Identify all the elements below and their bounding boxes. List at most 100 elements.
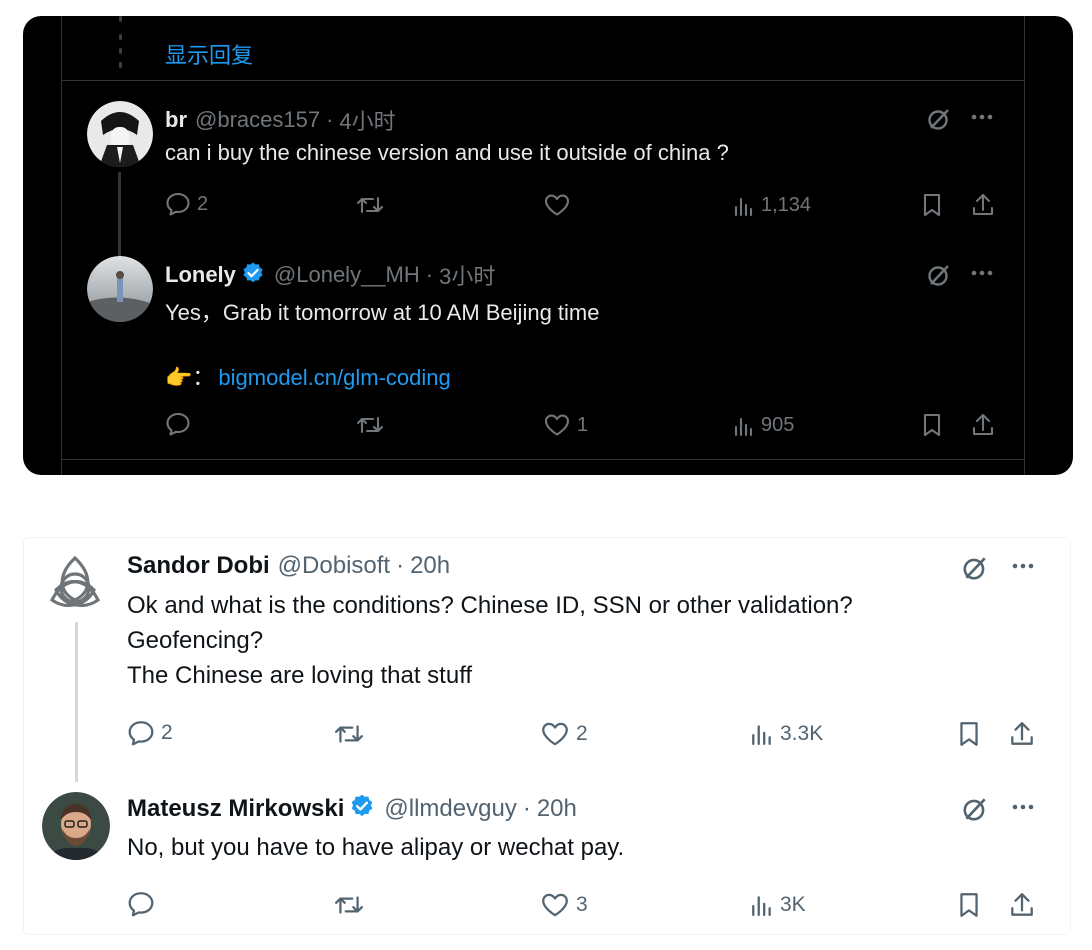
like-button[interactable]: 2 bbox=[540, 721, 588, 747]
more-options-icon[interactable] bbox=[1011, 804, 1035, 810]
share-icon bbox=[972, 193, 994, 216]
reply-button[interactable]: 2 bbox=[127, 720, 173, 746]
bookmark-button[interactable] bbox=[921, 412, 943, 438]
tweet-text-line: The Chinese are loving that stuff bbox=[127, 662, 473, 689]
views-button[interactable]: 3K bbox=[750, 893, 806, 917]
reply-icon bbox=[128, 892, 154, 917]
author-name[interactable]: Lonely bbox=[165, 262, 236, 288]
views-icon bbox=[752, 896, 771, 916]
bookmark-icon bbox=[923, 193, 941, 217]
views-button[interactable]: 3.3K bbox=[750, 722, 823, 746]
retweet-icon bbox=[335, 896, 363, 914]
more-options-icon[interactable] bbox=[971, 270, 993, 276]
retweet-button[interactable] bbox=[334, 722, 364, 746]
grok-icon[interactable] bbox=[961, 795, 989, 823]
share-button[interactable] bbox=[1008, 720, 1036, 748]
collapsed-thread-dots bbox=[119, 16, 122, 82]
thread-connector bbox=[118, 172, 121, 263]
heart-icon bbox=[544, 414, 570, 436]
reply-button[interactable] bbox=[165, 412, 191, 436]
like-count: 1 bbox=[577, 413, 589, 436]
share-button[interactable] bbox=[1008, 891, 1036, 919]
reply-button[interactable] bbox=[127, 891, 155, 917]
views-icon bbox=[734, 417, 753, 436]
separator-dot: · bbox=[326, 107, 334, 132]
heart-icon bbox=[542, 722, 568, 746]
author-name[interactable]: br bbox=[165, 107, 187, 133]
bookmark-button[interactable] bbox=[957, 720, 981, 748]
share-icon bbox=[1011, 722, 1033, 745]
author-name[interactable]: Sandor Dobi bbox=[127, 552, 270, 580]
avatar[interactable] bbox=[42, 550, 108, 616]
avatar[interactable] bbox=[42, 792, 110, 860]
dark-thread-frame bbox=[61, 16, 1025, 475]
like-count: 2 bbox=[576, 722, 588, 745]
tweet-header: Lonely @Lonely__MH · 3小时 bbox=[165, 259, 495, 291]
retweet-button[interactable] bbox=[356, 414, 384, 436]
tweet-link-line: 👉： bigmodel.cn/glm-coding bbox=[165, 360, 451, 392]
author-handle[interactable]: @llmdevguy bbox=[384, 795, 516, 823]
views-icon bbox=[734, 197, 753, 216]
tweet-time[interactable]: 3小时 bbox=[439, 259, 495, 291]
views-button[interactable]: 1,134 bbox=[733, 194, 811, 217]
view-count: 905 bbox=[761, 414, 795, 436]
like-button[interactable]: 1 bbox=[543, 413, 588, 437]
share-button[interactable] bbox=[970, 412, 996, 438]
reply-button[interactable]: 2 bbox=[165, 192, 208, 216]
pointing-hand-emoji: 👉： bbox=[165, 365, 215, 390]
separator-dot: · bbox=[425, 262, 434, 287]
separator-dot: · bbox=[522, 794, 531, 822]
tweet-text: No, but you have to have alipay or wecha… bbox=[127, 834, 625, 861]
more-options-icon[interactable] bbox=[1011, 563, 1035, 569]
divider bbox=[61, 80, 1025, 81]
bookmark-button[interactable] bbox=[957, 891, 981, 919]
bigmodel-link[interactable]: bigmodel.cn/glm-coding bbox=[218, 365, 450, 390]
tweet-header: br @braces157 · 4小时 bbox=[165, 104, 396, 136]
like-button[interactable] bbox=[543, 193, 571, 217]
reply-count: 2 bbox=[197, 192, 209, 215]
grok-icon[interactable] bbox=[961, 554, 989, 582]
views-icon bbox=[752, 725, 771, 745]
show-replies-link[interactable]: 显示回复 bbox=[165, 38, 253, 70]
author-handle[interactable]: @Dobisoft bbox=[278, 552, 390, 580]
author-name[interactable]: Mateusz Mirkowski bbox=[127, 795, 344, 823]
view-count: 1,134 bbox=[761, 194, 812, 216]
reply-icon bbox=[128, 721, 154, 746]
verified-badge-icon bbox=[241, 261, 265, 290]
author-handle[interactable]: @braces157 bbox=[195, 107, 320, 133]
tweet-time[interactable]: 4小时 bbox=[339, 104, 395, 136]
share-icon bbox=[972, 413, 994, 436]
tweet-time[interactable]: 20h bbox=[410, 552, 450, 580]
grok-icon[interactable] bbox=[926, 106, 952, 132]
share-button[interactable] bbox=[970, 192, 996, 218]
bookmark-icon bbox=[960, 722, 978, 746]
author-handle[interactable]: @Lonely__MH bbox=[274, 262, 420, 288]
bookmark-icon bbox=[923, 413, 941, 437]
tweet-text: Yes，Grab it tomorrow at 10 AM Beijing ti… bbox=[165, 300, 600, 325]
view-count: 3K bbox=[780, 893, 806, 916]
retweet-icon bbox=[335, 725, 363, 743]
tweet-text-line: Geofencing? bbox=[127, 627, 264, 654]
divider bbox=[61, 459, 1025, 460]
like-button[interactable]: 3 bbox=[540, 892, 588, 918]
dark-thread-panel: 显示回复 br @braces157 · 4小时 can i buy the c… bbox=[23, 16, 1073, 475]
grok-icon[interactable] bbox=[926, 262, 952, 288]
light-thread-panel: Sandor Dobi @Dobisoft · 20h Ok and what … bbox=[23, 537, 1071, 935]
verified-badge-icon bbox=[349, 793, 375, 824]
tweet-text: can i buy the chinese version and use it… bbox=[165, 140, 729, 165]
share-icon bbox=[1011, 893, 1033, 916]
avatar[interactable] bbox=[87, 101, 153, 167]
thread-connector bbox=[75, 622, 78, 782]
separator-dot: · bbox=[396, 552, 405, 579]
retweet-button[interactable] bbox=[356, 194, 384, 216]
bookmark-button[interactable] bbox=[921, 192, 943, 218]
avatar[interactable] bbox=[87, 256, 153, 322]
views-button[interactable]: 905 bbox=[733, 414, 794, 437]
bookmark-icon bbox=[960, 893, 978, 917]
tweet-header: Mateusz Mirkowski @llmdevguy · 20h bbox=[127, 793, 577, 824]
retweet-button[interactable] bbox=[334, 893, 364, 917]
tweet-time[interactable]: 20h bbox=[537, 795, 577, 823]
view-count: 3.3K bbox=[780, 722, 824, 745]
more-options-icon[interactable] bbox=[971, 114, 993, 120]
tweet-header: Sandor Dobi @Dobisoft · 20h bbox=[127, 552, 450, 580]
